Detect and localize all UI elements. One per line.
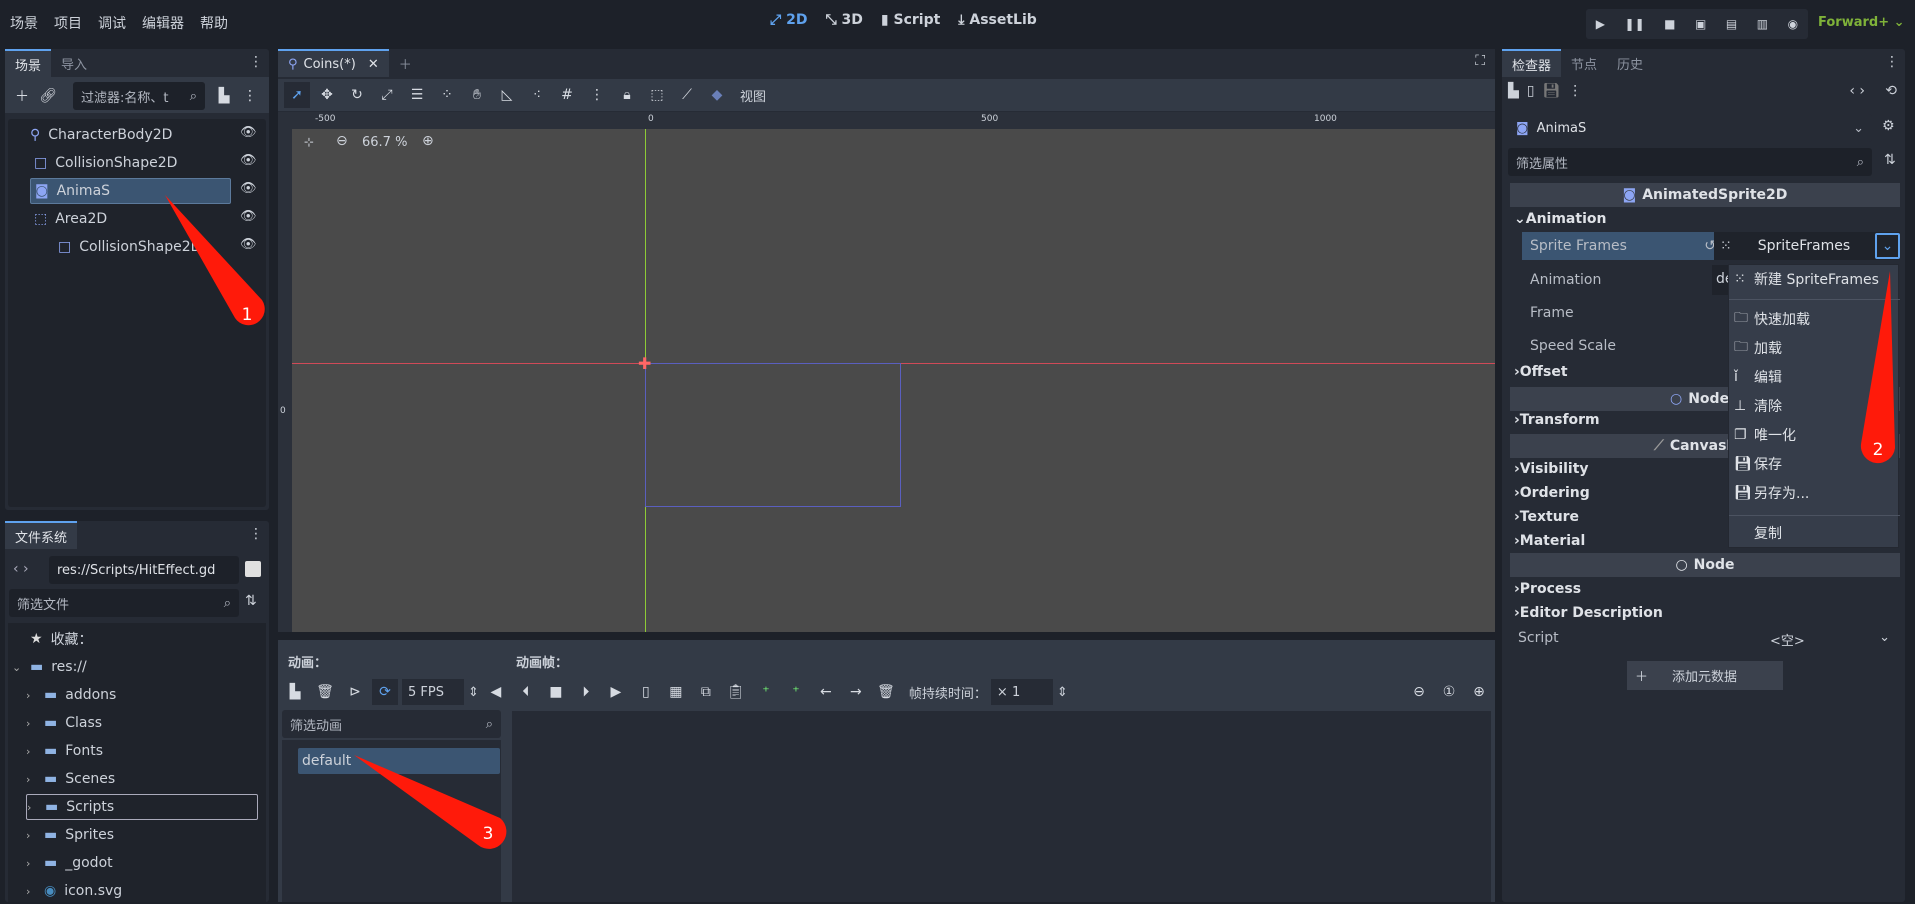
annotation-number: 2 <box>1873 440 1884 460</box>
annotation-number: 3 <box>483 824 494 844</box>
annotation-number: 1 <box>242 305 253 325</box>
annotation-layer: 1 2 3 <box>165 195 1895 849</box>
annotation-callout-2 <box>1860 271 1895 464</box>
